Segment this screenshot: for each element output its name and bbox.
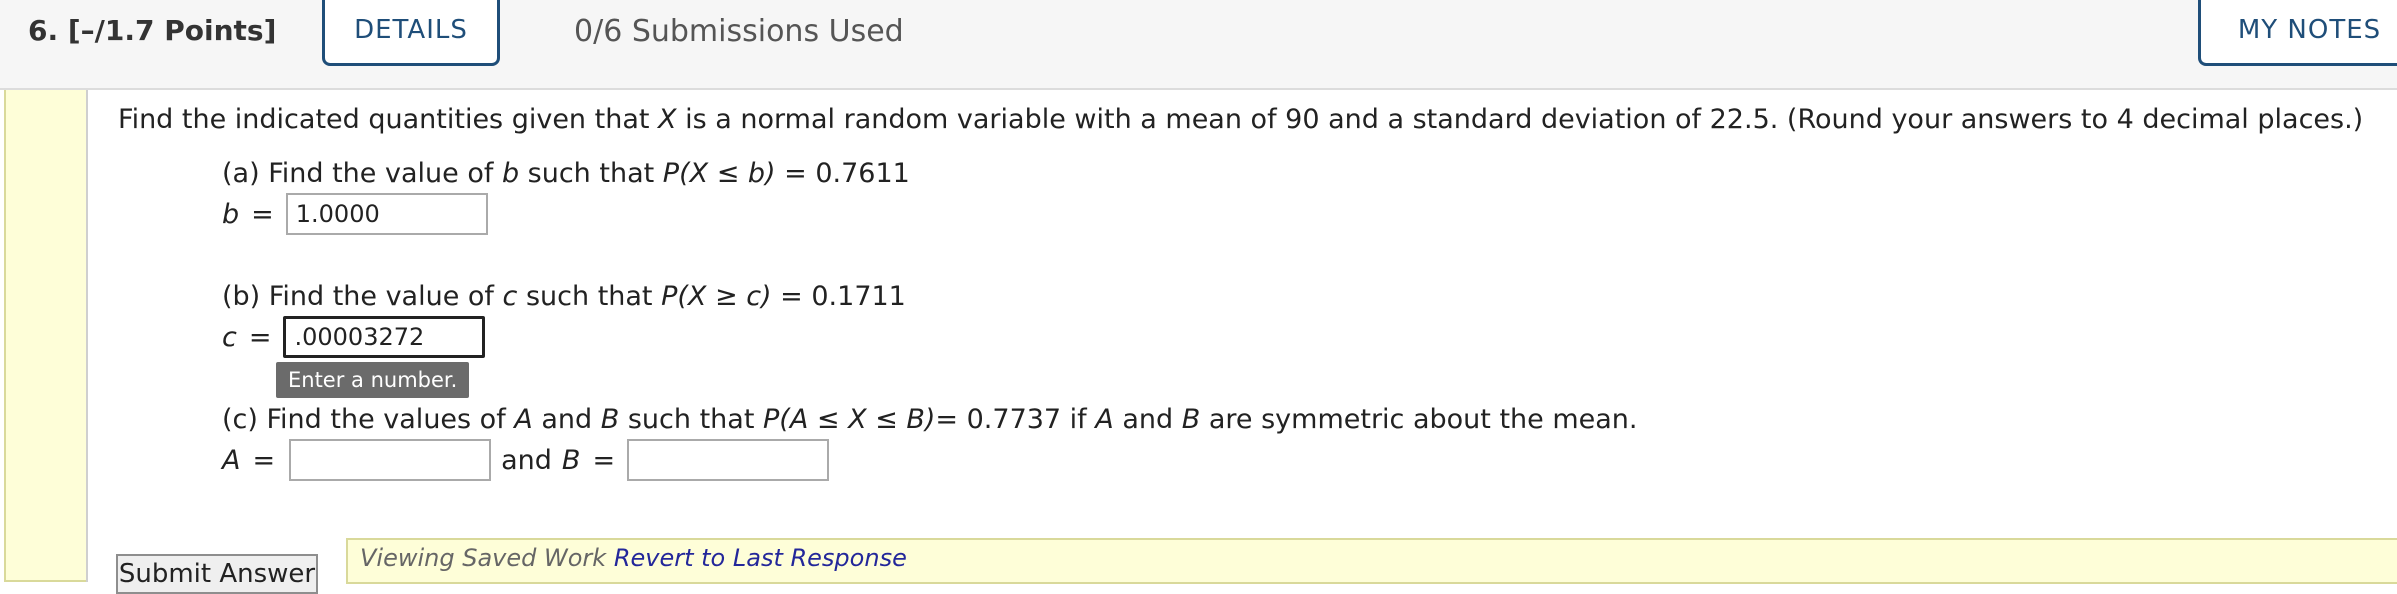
part-c-equals-b: = [592, 444, 616, 476]
part-a-input[interactable] [285, 193, 488, 235]
details-button[interactable]: DETAILS [322, 0, 500, 66]
submit-answer-button[interactable]: Submit Answer [116, 554, 318, 594]
part-b-answer-row: c = [222, 316, 486, 358]
part-a-question: (a) Find the value of b such that P(X ≤ … [222, 158, 910, 189]
content-divider [86, 90, 88, 582]
part-c-and: and [501, 444, 552, 476]
submissions-used: 0/6 Submissions Used [574, 14, 904, 49]
part-c-input-a[interactable] [289, 439, 492, 481]
part-c-answer-row: A = and B = [222, 439, 830, 481]
part-c-label-a: A [222, 444, 241, 476]
saved-work-bar: Viewing Saved Work Revert to Last Respon… [346, 538, 2397, 584]
part-c-equals-a: = [252, 444, 276, 476]
saved-work-label: Viewing Saved Work [360, 544, 607, 572]
validation-tooltip: Enter a number. [276, 362, 470, 398]
part-b-answer-label: c [222, 321, 237, 353]
question-status-stripe [4, 90, 86, 582]
question-prompt: Find the indicated quantities given that… [118, 104, 2364, 135]
my-notes-button[interactable]: MY NOTES [2198, 0, 2397, 66]
part-c-label-b: B [561, 444, 581, 476]
question-title: 6. [–/1.7 Points] [28, 14, 276, 47]
revert-link[interactable]: Revert to Last Response [614, 544, 907, 572]
part-c-question: (c) Find the values of A and B such that… [222, 404, 1638, 435]
part-c-input-b[interactable] [627, 439, 830, 481]
part-a-equals: = [251, 198, 274, 230]
part-a-answer-row: b = [222, 193, 488, 235]
part-b-input[interactable] [283, 316, 486, 358]
part-b-equals: = [248, 321, 272, 353]
question-points: [–/1.7 Points] [67, 14, 277, 47]
part-a-answer-label: b [222, 198, 240, 230]
question-number: 6. [28, 14, 59, 47]
question-header: 6. [–/1.7 Points] DETAILS 0/6 Submission… [0, 0, 2397, 90]
part-b-question: (b) Find the value of c such that P(X ≥ … [222, 281, 906, 312]
